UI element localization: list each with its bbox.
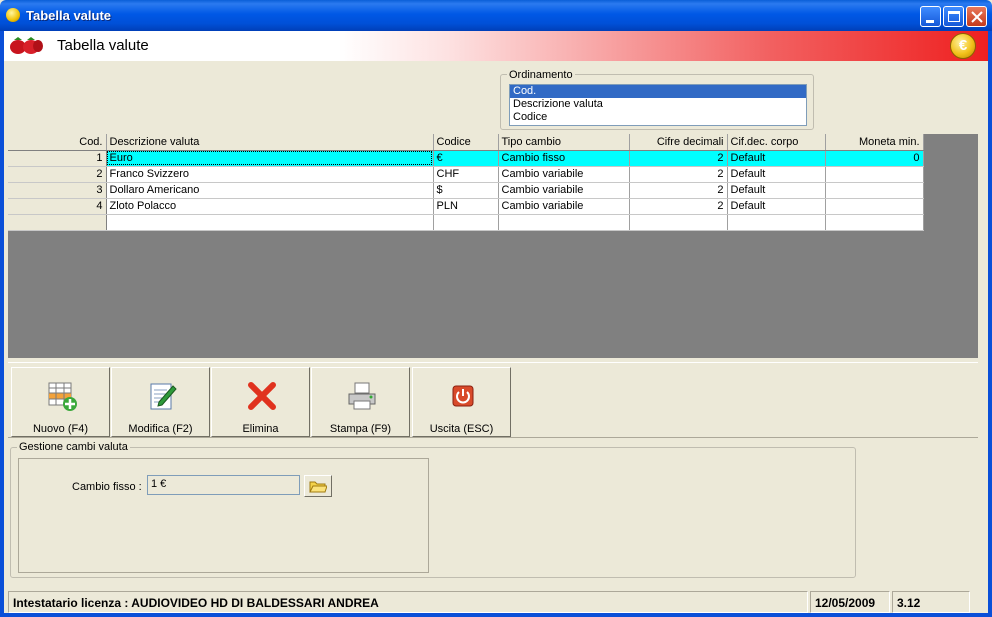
- close-button[interactable]: [966, 6, 987, 27]
- uscita-label: Uscita (ESC): [429, 423, 494, 435]
- printer-icon: [348, 382, 376, 410]
- cell-cod: [8, 214, 107, 231]
- euro-coin-icon: €: [950, 33, 976, 59]
- nuovo-label: Nuovo (F4): [32, 423, 89, 435]
- column-header-cif-dec-corpo[interactable]: Cif.dec. corpo: [727, 134, 826, 151]
- cell-tipo-cambio[interactable]: Cambio variabile: [498, 198, 630, 215]
- action-toolbar: Nuovo (F4) Modifica (F2) Elimina Stampa …: [8, 362, 978, 438]
- stampa-button[interactable]: Stampa (F9): [311, 367, 410, 437]
- strawberries-icon: [10, 37, 43, 54]
- cell-tipo-cambio[interactable]: Cambio variabile: [498, 166, 630, 183]
- cell-tipo-cambio[interactable]: Cambio variabile: [498, 182, 630, 199]
- column-header-descrizione[interactable]: Descrizione valuta: [106, 134, 434, 151]
- cell-cod: 3: [8, 182, 107, 199]
- cell-descrizione[interactable]: Zloto Polacco: [106, 198, 434, 215]
- maximize-button[interactable]: [943, 6, 964, 27]
- uscita-button[interactable]: Uscita (ESC): [412, 367, 511, 437]
- column-header-cod[interactable]: Cod.: [8, 134, 107, 151]
- cell-cifre-decimali[interactable]: 2: [629, 182, 728, 199]
- gestione-panel: Cambio fisso : 1 €: [18, 458, 429, 573]
- cell-moneta-min[interactable]: [825, 214, 924, 231]
- cell-tipo-cambio[interactable]: [498, 214, 630, 231]
- modifica-label: Modifica (F2): [128, 423, 193, 435]
- cell-tipo-cambio[interactable]: Cambio fisso: [498, 150, 630, 167]
- gestione-cambi-group: Gestione cambi valuta Cambio fisso : 1 €: [10, 441, 856, 578]
- cell-cifre-decimali[interactable]: 2: [629, 198, 728, 215]
- banner-title: Tabella valute: [57, 37, 149, 54]
- version-panel: 3.12: [892, 591, 970, 613]
- app-icon: [6, 8, 20, 22]
- cell-codice[interactable]: PLN: [433, 198, 499, 215]
- edit-document-icon: [150, 383, 177, 410]
- cell-cod: 1: [8, 150, 107, 167]
- red-x-icon: [248, 382, 276, 410]
- ordinamento-option[interactable]: Descrizione valuta: [510, 98, 806, 111]
- minimize-icon: [926, 20, 934, 23]
- ordinamento-option[interactable]: Cod.: [510, 85, 806, 98]
- cell-descrizione[interactable]: Dollaro Americano: [106, 182, 434, 199]
- cambio-fisso-field[interactable]: 1 €: [147, 475, 300, 495]
- cell-cifre-decimali[interactable]: 2: [629, 166, 728, 183]
- cell-moneta-min[interactable]: [825, 166, 924, 183]
- minimize-button[interactable]: [920, 6, 941, 27]
- table-row[interactable]: 4 Zloto Polacco PLN Cambio variabile 2 D…: [8, 198, 924, 215]
- cell-codice[interactable]: €: [433, 150, 499, 167]
- cell-cod: 4: [8, 198, 107, 215]
- cell-cif-dec-corpo[interactable]: Default: [727, 182, 826, 199]
- cell-descrizione[interactable]: Franco Svizzero: [106, 166, 434, 183]
- cell-cif-dec-corpo[interactable]: Default: [727, 166, 826, 183]
- cell-moneta-min[interactable]: [825, 182, 924, 199]
- ordinamento-legend: Ordinamento: [507, 69, 575, 81]
- browse-button[interactable]: [304, 475, 332, 497]
- table-row[interactable]: 3 Dollaro Americano $ Cambio variabile 2…: [8, 182, 924, 199]
- cell-moneta-min[interactable]: 0: [825, 150, 924, 167]
- date-panel: 12/05/2009: [810, 591, 890, 613]
- cell-descrizione[interactable]: [106, 214, 434, 231]
- cell-cifre-decimali[interactable]: [629, 214, 728, 231]
- window-title: Tabella valute: [26, 8, 112, 23]
- elimina-label: Elimina: [242, 423, 279, 435]
- maximize-icon: [948, 11, 960, 22]
- header-banner: Tabella valute €: [4, 31, 988, 61]
- table-row[interactable]: 1 Euro € Cambio fisso 2 Default 0: [8, 150, 924, 167]
- power-icon: [452, 385, 474, 407]
- title-bar: Tabella valute: [0, 0, 992, 31]
- close-icon: [971, 11, 983, 23]
- ordinamento-group: Ordinamento Cod. Descrizione valuta Codi…: [500, 69, 814, 130]
- currency-grid-area: Cod. Descrizione valuta Codice Tipo camb…: [8, 134, 978, 358]
- status-bar: Intestatario licenza : AUDIOVIDEO HD DI …: [4, 589, 988, 613]
- elimina-button[interactable]: Elimina: [211, 367, 310, 437]
- modifica-button[interactable]: Modifica (F2): [111, 367, 210, 437]
- folder-icon: [309, 481, 327, 493]
- cell-cod: 2: [8, 166, 107, 183]
- cambio-fisso-label: Cambio fisso :: [72, 481, 142, 493]
- column-header-moneta-min[interactable]: Moneta min.: [825, 134, 924, 151]
- cell-codice[interactable]: [433, 214, 499, 231]
- stampa-label: Stampa (F9): [329, 423, 392, 435]
- cell-moneta-min[interactable]: [825, 198, 924, 215]
- cell-cifre-decimali[interactable]: 2: [629, 150, 728, 167]
- cell-cif-dec-corpo[interactable]: Default: [727, 198, 826, 215]
- ordinamento-option[interactable]: Codice: [510, 111, 806, 124]
- nuovo-button[interactable]: Nuovo (F4): [11, 367, 110, 437]
- gestione-legend: Gestione cambi valuta: [17, 441, 130, 453]
- table-row[interactable]: 2 Franco Svizzero CHF Cambio variabile 2…: [8, 166, 924, 183]
- ordinamento-listbox[interactable]: Cod. Descrizione valuta Codice: [509, 84, 807, 126]
- cell-codice[interactable]: $: [433, 182, 499, 199]
- column-header-codice[interactable]: Codice: [433, 134, 499, 151]
- cell-cif-dec-corpo[interactable]: [727, 214, 826, 231]
- cell-descrizione[interactable]: Euro: [106, 150, 434, 167]
- table-row-empty[interactable]: [8, 214, 924, 231]
- add-grid-icon: [48, 382, 77, 411]
- license-panel: Intestatario licenza : AUDIOVIDEO HD DI …: [8, 591, 808, 613]
- column-header-tipo-cambio[interactable]: Tipo cambio: [498, 134, 630, 151]
- currency-table[interactable]: Cod. Descrizione valuta Codice Tipo camb…: [8, 134, 924, 231]
- cell-codice[interactable]: CHF: [433, 166, 499, 183]
- table-header-row: Cod. Descrizione valuta Codice Tipo camb…: [8, 134, 924, 151]
- column-header-cifre-decimali[interactable]: Cifre decimali: [629, 134, 728, 151]
- cell-cif-dec-corpo[interactable]: Default: [727, 150, 826, 167]
